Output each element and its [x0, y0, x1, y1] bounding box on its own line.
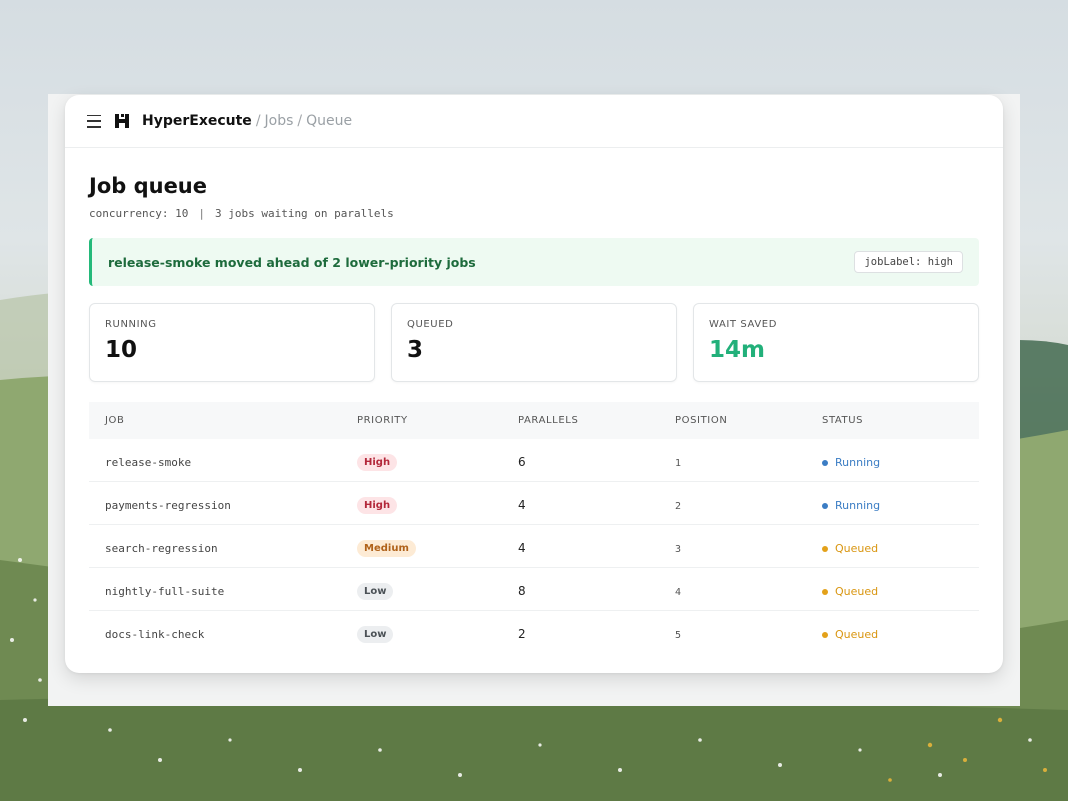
stat-value: 10: [105, 337, 138, 363]
stat-value: 3: [407, 337, 424, 363]
parallels-count: 6: [518, 454, 526, 469]
parallels-count: 2: [518, 626, 526, 641]
breadcrumb-queue: Queue: [306, 113, 353, 129]
status-indicator: Queued: [822, 585, 878, 598]
priority-badge: High: [357, 453, 398, 471]
priority-badge: Low: [357, 582, 394, 600]
status-text: Queued: [835, 585, 879, 598]
concurrency-text: concurrency: 10: [89, 207, 189, 220]
page-title: Job queue: [89, 174, 208, 198]
stat-queued: QUEUED 3: [391, 303, 677, 382]
status-dot-icon: [822, 502, 828, 509]
hamburger-icon[interactable]: [87, 114, 101, 128]
job-name[interactable]: search-regression: [105, 542, 218, 555]
column-header-position[interactable]: POSITION: [675, 415, 822, 426]
breadcrumb-separator: /: [255, 113, 261, 129]
column-header-status[interactable]: STATUS: [822, 415, 979, 426]
stat-running: RUNNING 10: [89, 303, 375, 382]
queue-position: 3: [675, 543, 682, 555]
job-name[interactable]: nightly-full-suite: [105, 585, 224, 598]
brand-name[interactable]: HyperExecute: [142, 113, 252, 129]
column-header-parallels[interactable]: PARALLELS: [518, 415, 675, 426]
waiting-text: 3 jobs waiting on parallels: [214, 207, 394, 220]
job-name[interactable]: release-smoke: [105, 456, 191, 469]
stat-label: WAIT SAVED: [709, 319, 778, 330]
job-label-chip: jobLabel: high: [854, 251, 963, 273]
breadcrumb-jobs[interactable]: Jobs: [265, 113, 294, 129]
status-dot-icon: [822, 459, 828, 466]
status-text: Running: [835, 456, 881, 469]
status-indicator: Queued: [822, 542, 878, 555]
status-text: Queued: [835, 628, 879, 641]
notice-message: release-smoke moved ahead of 2 lower-pri…: [108, 254, 476, 270]
status-indicator: Running: [822, 499, 880, 512]
table-row[interactable]: search-regression Medium 4 3 Queued: [89, 525, 979, 568]
parallels-count: 8: [518, 583, 526, 598]
queue-position: 5: [675, 629, 682, 641]
stats-row: RUNNING 10 QUEUED 3 WAIT SAVED 14m: [89, 303, 979, 382]
parallels-count: 4: [518, 540, 526, 555]
queue-position: 2: [675, 500, 682, 512]
reorder-notice: release-smoke moved ahead of 2 lower-pri…: [89, 238, 979, 286]
status-dot-icon: [822, 545, 828, 552]
job-queue-table: JOB PRIORITY PARALLELS POSITION STATUS r…: [89, 402, 979, 653]
column-header-job[interactable]: JOB: [89, 415, 357, 426]
status-text: Queued: [835, 542, 879, 555]
status-indicator: Running: [822, 456, 880, 469]
job-name[interactable]: payments-regression: [105, 499, 231, 512]
table-row[interactable]: docs-link-check Low 2 5 Queued: [89, 611, 979, 653]
priority-badge: Medium: [357, 539, 416, 557]
stat-label: QUEUED: [407, 319, 454, 330]
status-dot-icon: [822, 588, 828, 595]
table-row[interactable]: nightly-full-suite Low 8 4 Queued: [89, 568, 979, 611]
status-indicator: Queued: [822, 628, 878, 641]
table-row[interactable]: payments-regression High 4 2 Running: [89, 482, 979, 525]
priority-badge: Low: [357, 625, 394, 643]
queue-summary: concurrency: 10 | 3 jobs waiting on parall…: [89, 207, 979, 220]
top-bar: HyperExecute / Jobs / Queue: [65, 95, 1003, 148]
column-header-priority[interactable]: PRIORITY: [357, 415, 518, 426]
table-row[interactable]: release-smoke High 6 1 Running: [89, 439, 979, 482]
parallels-count: 4: [518, 497, 526, 512]
stat-label: RUNNING: [105, 319, 157, 330]
app-window: HyperExecute / Jobs / Queue Job queue co…: [65, 95, 1003, 673]
stat-wait-saved: WAIT SAVED 14m: [693, 303, 979, 382]
status-text: Running: [835, 499, 881, 512]
main-content: Job queue concurrency: 10 | 3 jobs waiting…: [65, 174, 1003, 653]
priority-badge: High: [357, 496, 398, 514]
stat-value: 14m: [709, 337, 765, 363]
summary-separator: |: [198, 207, 205, 220]
hyperexecute-logo: [115, 114, 129, 128]
breadcrumb-separator: /: [297, 113, 303, 129]
table-header: JOB PRIORITY PARALLELS POSITION STATUS: [89, 402, 979, 439]
queue-position: 1: [675, 457, 682, 469]
queue-position: 4: [675, 586, 682, 598]
job-name[interactable]: docs-link-check: [105, 628, 204, 641]
status-dot-icon: [822, 631, 828, 638]
